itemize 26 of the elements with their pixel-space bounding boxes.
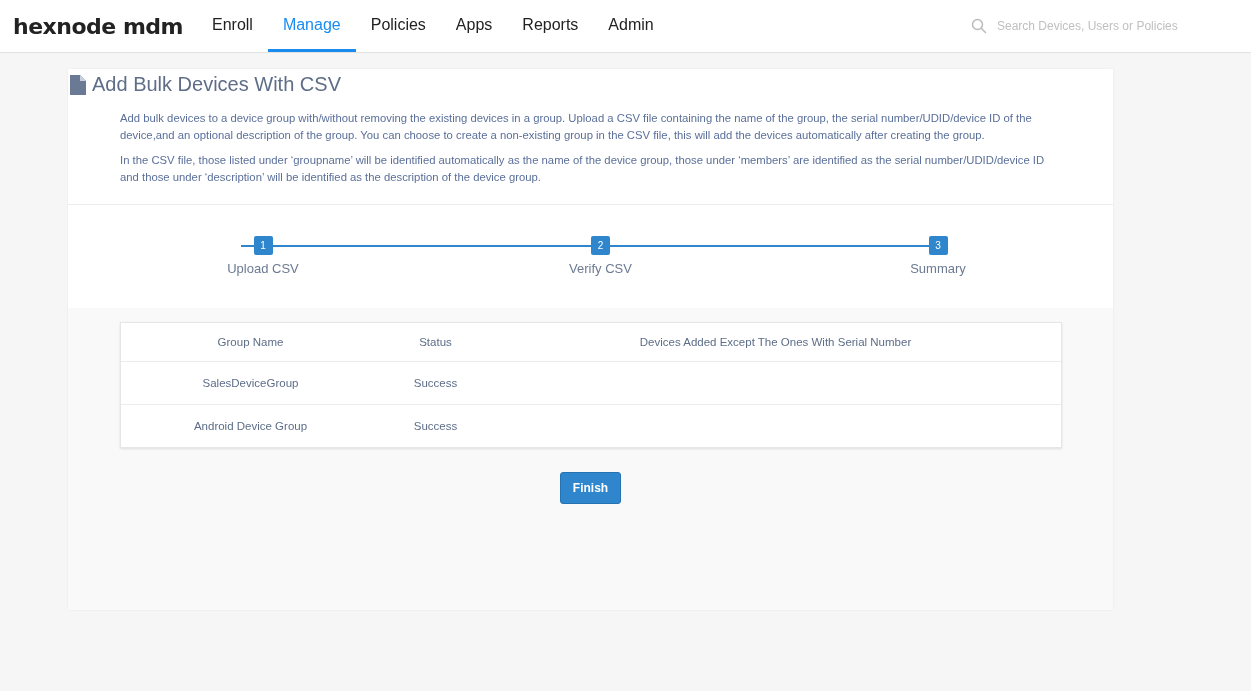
search-icon <box>971 18 987 34</box>
nav-tab[interactable]: Policies <box>355 0 441 52</box>
table-cell-text: Success <box>412 420 459 432</box>
logo: hexnode mdm <box>13 12 183 41</box>
step-label: Upload CSV <box>227 261 299 276</box>
description-text: In the CSV file, those listed under ‘groupname’ will be identified automatically as the name of the device group, those under ‘members’ are identified as the serial number/UDID/device ID and those under ‘description’ will be identified as the description of the device group. <box>120 153 1046 185</box>
table-cell-text: Android Device Group <box>192 420 309 432</box>
column-header: Group Name <box>216 336 285 348</box>
table-cell-text: SalesDeviceGroup <box>201 377 300 389</box>
nav-tab[interactable]: Admin <box>593 0 669 52</box>
column-header: Status <box>418 336 453 348</box>
nav-tab[interactable]: Manage <box>267 0 356 52</box>
page-title: Add Bulk Devices With CSV <box>92 73 341 96</box>
nav-tab[interactable]: Reports <box>507 0 594 52</box>
description-text: Add bulk devices to a device group with/without removing the existing devices in a group. Upload a CSV file containing the name of the group, the serial number/UDID/device ID of the device,and an optional description of the group. You can choose to create a non-existing group in the CSV file, this will add the devices automatically after creating the group. <box>120 111 1033 143</box>
nav-tab[interactable]: Enroll <box>197 0 268 52</box>
nav-tab[interactable]: Apps <box>440 0 508 52</box>
step-label: Summary <box>910 261 966 276</box>
document-icon <box>70 74 86 95</box>
step-number: 3 <box>928 236 948 255</box>
column-header: Devices Added Except The Ones With Serial Number <box>638 336 913 348</box>
step-number: 2 <box>591 236 610 255</box>
finish-button[interactable]: Finish <box>559 472 622 504</box>
table-cell-text: Success <box>412 377 459 389</box>
step-label: Verify CSV <box>569 261 632 276</box>
step-number: 1 <box>253 236 273 255</box>
